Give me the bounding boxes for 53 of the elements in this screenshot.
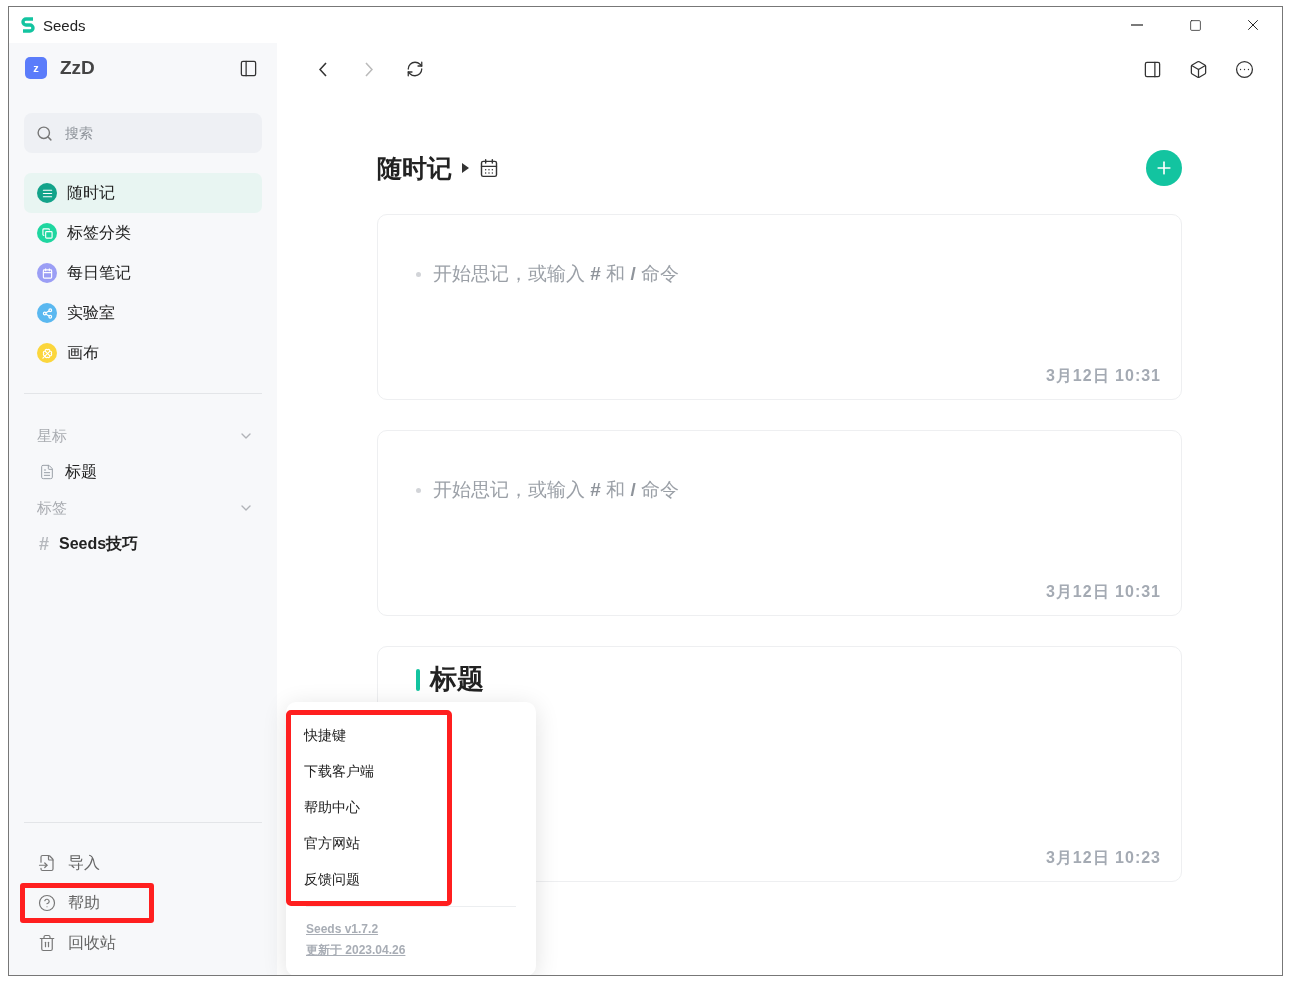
nav-label: 随时记	[67, 182, 115, 203]
document-icon	[38, 854, 56, 872]
document-icon	[39, 464, 55, 480]
note-timestamp: 3月12日 10:31	[1045, 366, 1161, 386]
refresh-icon	[406, 60, 424, 78]
app-logo-icon	[21, 17, 35, 33]
item-label: 帮助	[68, 892, 100, 913]
search-bar[interactable]: 搜索	[24, 113, 262, 153]
triangle-icon[interactable]	[462, 163, 469, 173]
sidebar-item[interactable]: 每日笔记	[24, 253, 262, 293]
sidebar-item[interactable]: 回收站	[24, 923, 262, 963]
panel-icon	[1142, 59, 1162, 79]
search-icon	[36, 124, 53, 142]
trash-icon	[38, 934, 56, 952]
nav-label: 画布	[67, 342, 99, 363]
chevron-left-icon	[319, 61, 327, 77]
nav-label: 每日笔记	[67, 262, 131, 283]
search-input[interactable]: 搜索	[63, 124, 250, 142]
bullet-icon	[416, 271, 421, 277]
sidebar-item[interactable]: 帮助	[20, 883, 154, 923]
cube-icon	[1188, 59, 1208, 79]
help-icon	[38, 894, 56, 912]
sidebar-item[interactable]: # Seeds技巧	[24, 526, 262, 562]
section-title: 星标	[37, 426, 67, 446]
sidebar-item[interactable]: 标签分类	[24, 213, 262, 253]
workspace-avatar[interactable]: z	[25, 57, 47, 79]
note-timestamp: 3月12日 10:23	[1045, 848, 1161, 868]
tag-label: Seeds技巧	[59, 533, 139, 554]
item-label: 标题	[65, 461, 97, 482]
workspace-name[interactable]: ZzD	[60, 57, 95, 79]
note-heading: 标题	[430, 665, 484, 695]
item-label: 导入	[68, 852, 100, 873]
sidebar-icon	[238, 58, 258, 78]
sidebar-item[interactable]: 随时记	[24, 173, 262, 213]
maximize-icon	[1188, 18, 1202, 32]
sidebar-item[interactable]: 画布	[24, 333, 262, 373]
calendar-icon[interactable]	[479, 158, 499, 178]
item-label: 回收站	[68, 932, 116, 953]
more-icon	[1234, 59, 1254, 79]
page-title: 随时记	[377, 152, 452, 184]
heading-marker	[416, 668, 420, 691]
note-timestamp: 3月12日 10:31	[1045, 582, 1161, 602]
nav-label: 实验室	[67, 302, 115, 323]
section-title: 标签	[37, 498, 67, 518]
minimize-icon	[1131, 24, 1143, 26]
chevron-right-icon	[365, 61, 373, 77]
sidebar-item[interactable]: 实验室	[24, 293, 262, 333]
sidebar-item[interactable]: 导入	[24, 843, 262, 883]
hash-icon: #	[39, 533, 49, 555]
nav-label: 标签分类	[67, 222, 131, 243]
bullet-icon	[416, 487, 421, 493]
window-title: Seeds	[43, 16, 86, 34]
sidebar-item[interactable]: 标题	[24, 454, 262, 490]
